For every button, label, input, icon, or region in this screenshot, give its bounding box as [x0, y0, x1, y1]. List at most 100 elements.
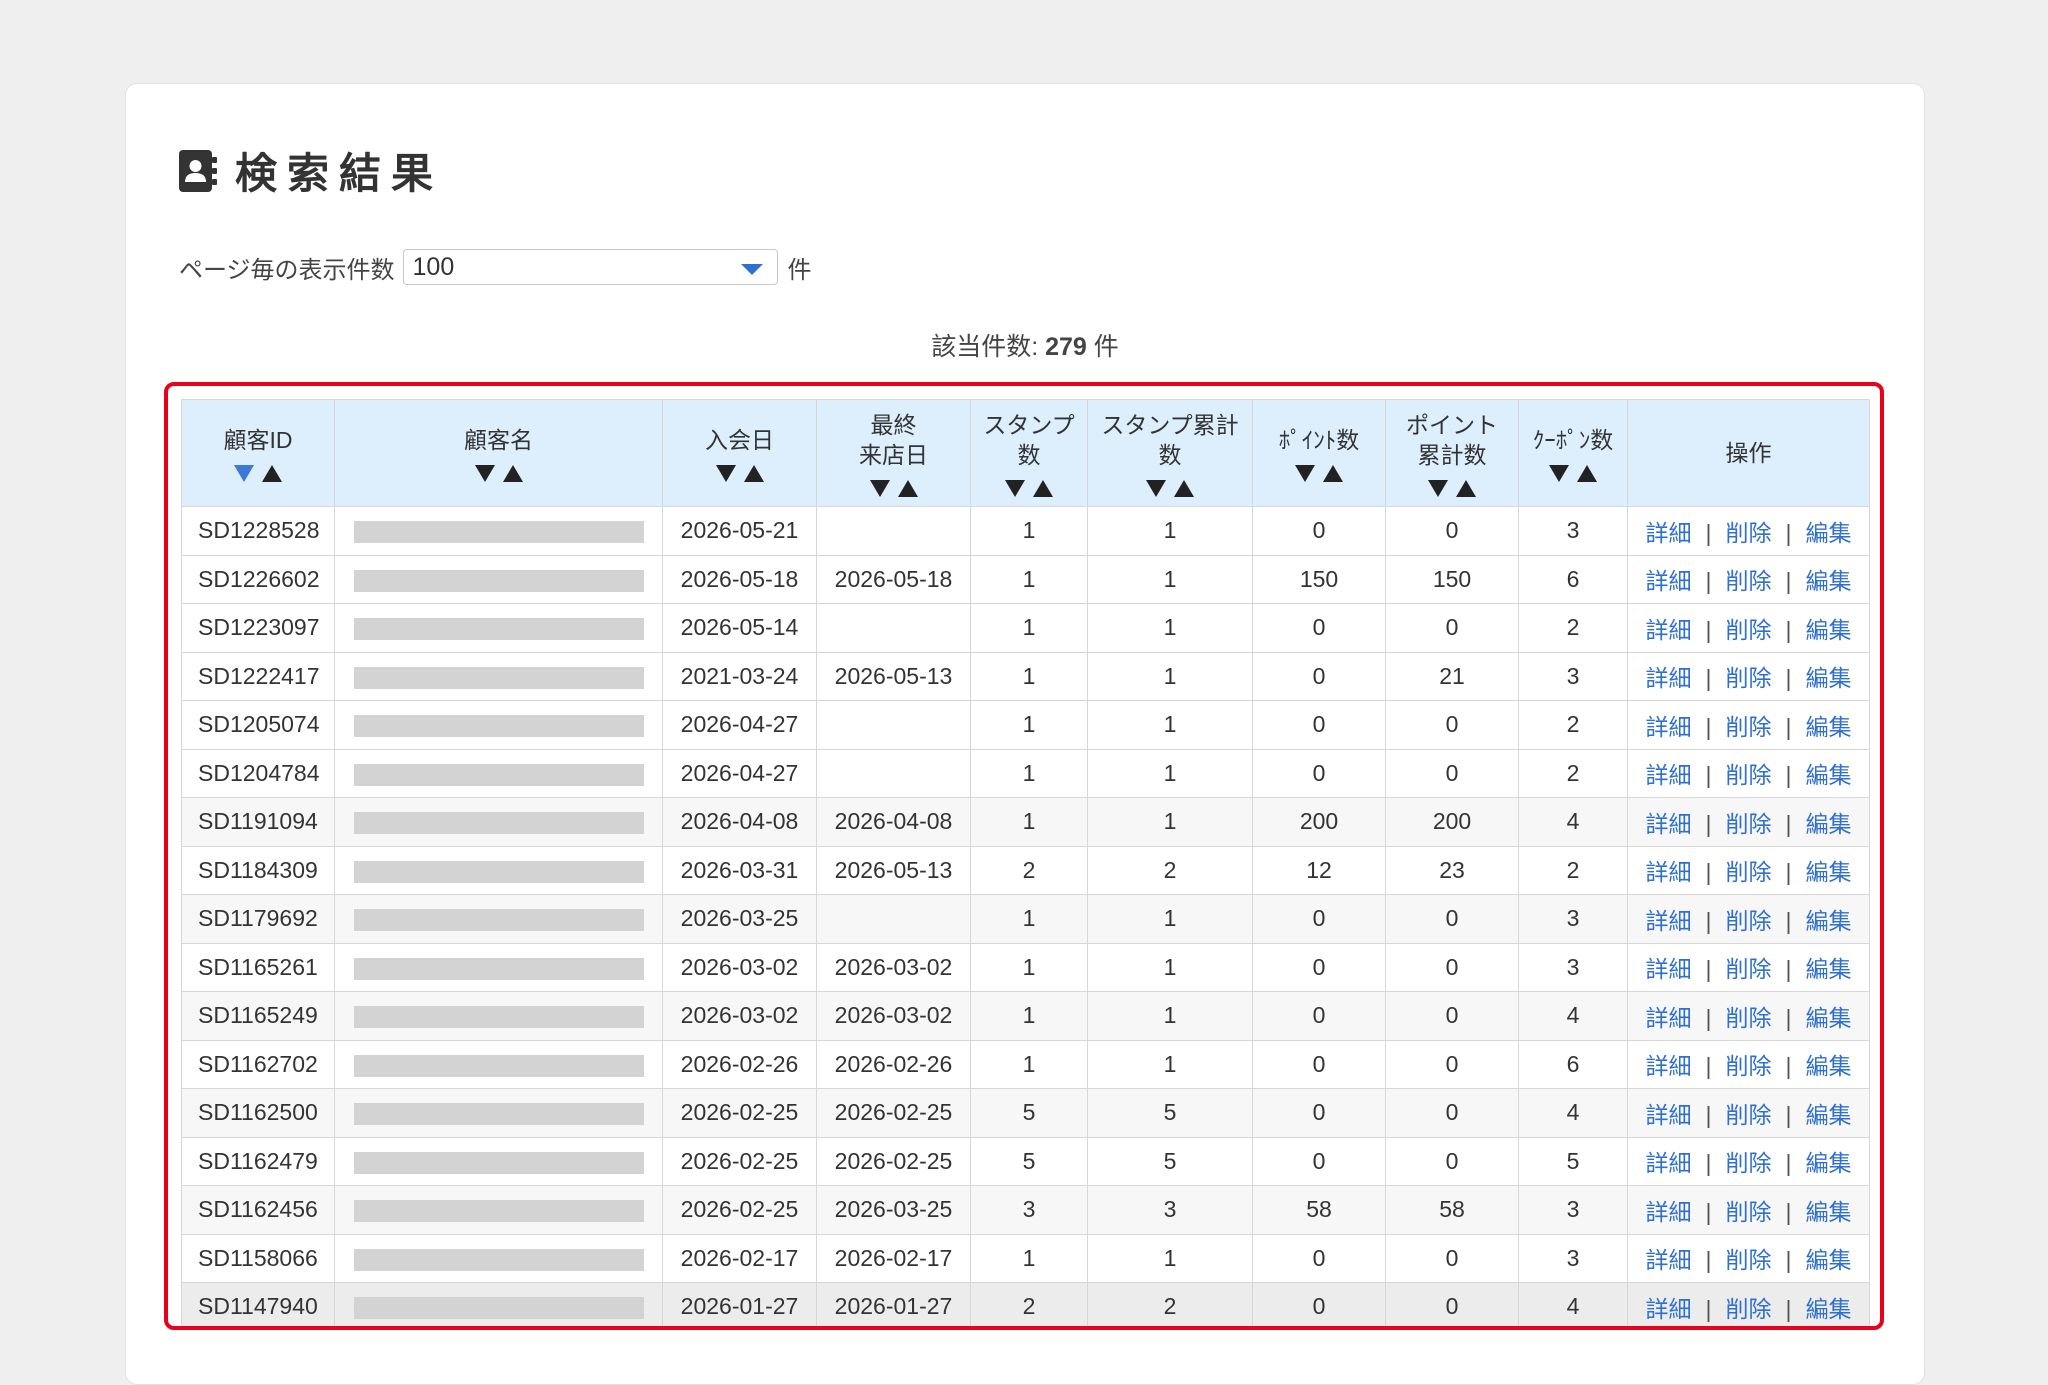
edit-link[interactable]: 編集	[1805, 1102, 1851, 1128]
edit-link[interactable]: 編集	[1805, 1296, 1851, 1322]
detail-link[interactable]: 詳細	[1646, 714, 1692, 740]
edit-link[interactable]: 編集	[1805, 1199, 1851, 1225]
delete-link[interactable]: 削除	[1726, 1053, 1772, 1079]
delete-link[interactable]: 削除	[1726, 568, 1772, 594]
join-date-cell: 2026-04-27	[662, 700, 817, 750]
detail-link[interactable]: 詳細	[1646, 762, 1692, 788]
detail-link[interactable]: 詳細	[1646, 520, 1692, 546]
detail-link[interactable]: 詳細	[1646, 665, 1692, 691]
action-separator: |	[1785, 568, 1792, 595]
per-page-select[interactable]: 100	[402, 249, 778, 285]
col-stamps-header[interactable]: スタンプ 数	[970, 399, 1088, 507]
delete-link[interactable]: 削除	[1726, 811, 1772, 837]
customer-name-cell	[334, 1233, 663, 1283]
sort-desc-icon[interactable]	[869, 480, 890, 498]
delete-link[interactable]: 削除	[1726, 859, 1772, 885]
actions-cell: 詳細 | 削除 | 編集	[1627, 506, 1870, 556]
delete-link[interactable]: 削除	[1726, 956, 1772, 982]
stamps-cell: 1	[970, 554, 1088, 604]
sort-desc-icon[interactable]	[1549, 465, 1569, 483]
detail-link[interactable]: 詳細	[1646, 811, 1692, 837]
stamp-total-cell: 5	[1087, 1088, 1253, 1138]
detail-link[interactable]: 詳細	[1646, 859, 1692, 885]
sort-asc-icon[interactable]	[1577, 465, 1597, 483]
sort-desc-icon[interactable]	[1295, 465, 1315, 483]
delete-link[interactable]: 削除	[1726, 665, 1772, 691]
sort-desc-icon[interactable]	[474, 465, 495, 483]
sort-asc-icon[interactable]	[897, 480, 918, 498]
customer-id-cell: SD1228528	[181, 506, 335, 556]
actions-cell: 詳細 | 削除 | 編集	[1627, 797, 1870, 847]
sort-asc-icon[interactable]	[1174, 480, 1194, 498]
sort-desc-icon[interactable]	[1146, 480, 1166, 498]
coupons-cell: 5	[1518, 1136, 1628, 1186]
edit-link[interactable]: 編集	[1805, 568, 1851, 594]
result-count-label: 該当件数:	[931, 333, 1039, 361]
sort-desc-icon[interactable]	[234, 465, 254, 483]
delete-link[interactable]: 削除	[1726, 520, 1772, 546]
sort-asc-icon[interactable]	[262, 465, 282, 483]
delete-link[interactable]: 削除	[1726, 1296, 1772, 1322]
last-visit-cell: 2026-02-25	[816, 1088, 971, 1138]
delete-link[interactable]: 削除	[1726, 1199, 1772, 1225]
edit-link[interactable]: 編集	[1805, 714, 1851, 740]
sort-asc-icon[interactable]	[1456, 480, 1476, 498]
delete-link[interactable]: 削除	[1726, 1005, 1772, 1031]
col-coupons-header[interactable]: ｸｰﾎﾟﾝ数	[1518, 399, 1628, 507]
delete-link[interactable]: 削除	[1726, 908, 1772, 934]
detail-link[interactable]: 詳細	[1646, 617, 1692, 643]
col-last-visit-header[interactable]: 最終 来店日	[816, 399, 971, 507]
detail-link[interactable]: 詳細	[1646, 1150, 1692, 1176]
col-stamp-total-header[interactable]: スタンプ累計 数	[1087, 399, 1253, 507]
points-total-cell: 0	[1385, 603, 1519, 653]
col-customer-id-header[interactable]: 顧客ID	[181, 399, 335, 507]
action-separator: |	[1705, 1247, 1712, 1274]
redacted-name-bar	[353, 715, 644, 738]
detail-link[interactable]: 詳細	[1646, 956, 1692, 982]
delete-link[interactable]: 削除	[1726, 762, 1772, 788]
edit-link[interactable]: 編集	[1805, 908, 1851, 934]
delete-link[interactable]: 削除	[1726, 1150, 1772, 1176]
edit-link[interactable]: 編集	[1805, 811, 1851, 837]
edit-link[interactable]: 編集	[1805, 617, 1851, 643]
sort-asc-icon[interactable]	[1033, 480, 1053, 498]
detail-link[interactable]: 詳細	[1646, 1005, 1692, 1031]
detail-link[interactable]: 詳細	[1646, 1102, 1692, 1128]
detail-link[interactable]: 詳細	[1646, 1199, 1692, 1225]
detail-link[interactable]: 詳細	[1646, 1247, 1692, 1273]
sort-asc-icon[interactable]	[502, 465, 523, 483]
edit-link[interactable]: 編集	[1805, 859, 1851, 885]
sort-controls	[1520, 457, 1627, 483]
detail-link[interactable]: 詳細	[1646, 568, 1692, 594]
edit-link[interactable]: 編集	[1805, 520, 1851, 546]
delete-link[interactable]: 削除	[1726, 1102, 1772, 1128]
edit-link[interactable]: 編集	[1805, 1053, 1851, 1079]
detail-link[interactable]: 詳細	[1646, 1053, 1692, 1079]
edit-link[interactable]: 編集	[1805, 1005, 1851, 1031]
delete-link[interactable]: 削除	[1726, 617, 1772, 643]
sort-desc-icon[interactable]	[1428, 480, 1448, 498]
col-join-date-header[interactable]: 入会日	[662, 399, 817, 507]
edit-link[interactable]: 編集	[1805, 1247, 1851, 1273]
coupons-cell: 3	[1518, 1233, 1628, 1283]
detail-link[interactable]: 詳細	[1646, 1296, 1692, 1322]
header-label: 入会日	[705, 427, 774, 453]
sort-desc-icon[interactable]	[1005, 480, 1025, 498]
delete-link[interactable]: 削除	[1726, 1247, 1772, 1273]
edit-link[interactable]: 編集	[1805, 762, 1851, 788]
col-points-header[interactable]: ﾎﾟｲﾝﾄ数	[1252, 399, 1386, 507]
delete-link[interactable]: 削除	[1726, 714, 1772, 740]
header-label: ｸｰﾎﾟﾝ数	[1532, 427, 1614, 453]
edit-link[interactable]: 編集	[1805, 1150, 1851, 1176]
sort-asc-icon[interactable]	[1323, 465, 1343, 483]
sort-asc-icon[interactable]	[743, 465, 764, 483]
col-customer-name-header[interactable]: 顧客名	[334, 399, 663, 507]
edit-link[interactable]: 編集	[1805, 665, 1851, 691]
detail-link[interactable]: 詳細	[1646, 908, 1692, 934]
last-visit-cell: 2026-03-02	[816, 942, 971, 992]
sort-controls	[336, 457, 662, 483]
edit-link[interactable]: 編集	[1805, 956, 1851, 982]
sort-desc-icon[interactable]	[715, 465, 736, 483]
action-separator: |	[1705, 1101, 1712, 1128]
col-points-total-header[interactable]: ポイント 累計数	[1385, 399, 1519, 507]
